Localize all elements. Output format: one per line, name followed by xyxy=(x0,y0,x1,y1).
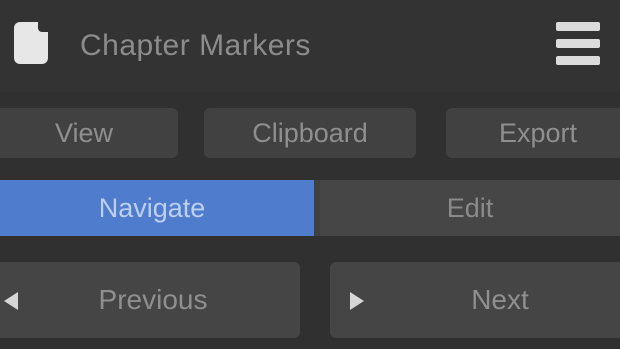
menu-bar xyxy=(556,39,600,48)
previous-label: Previous xyxy=(98,284,208,315)
mode-segmented-control: Navigate Edit xyxy=(0,180,620,236)
hamburger-menu-icon[interactable] xyxy=(556,22,600,66)
triangle-right-icon xyxy=(350,292,364,310)
panel-header: Chapter Markers xyxy=(0,0,620,92)
chapter-markers-panel: Chapter Markers View Clipboard Export Na… xyxy=(0,0,620,349)
menu-bar xyxy=(556,22,600,31)
document-icon xyxy=(14,22,48,64)
edit-tab[interactable]: Edit xyxy=(320,180,620,236)
toolbar: View Clipboard Export xyxy=(0,100,620,164)
panel-title: Chapter Markers xyxy=(80,29,311,62)
triangle-left-icon xyxy=(4,292,18,310)
next-label: Next xyxy=(471,284,529,315)
previous-button[interactable]: Previous xyxy=(0,262,300,338)
clipboard-button[interactable]: Clipboard xyxy=(204,108,416,158)
next-button[interactable]: Next xyxy=(330,262,620,338)
view-button[interactable]: View xyxy=(0,108,178,158)
navigate-tab[interactable]: Navigate xyxy=(0,180,314,236)
export-button[interactable]: Export xyxy=(446,108,620,158)
navigation-row: Previous Next xyxy=(0,254,620,349)
menu-bar xyxy=(556,56,600,65)
